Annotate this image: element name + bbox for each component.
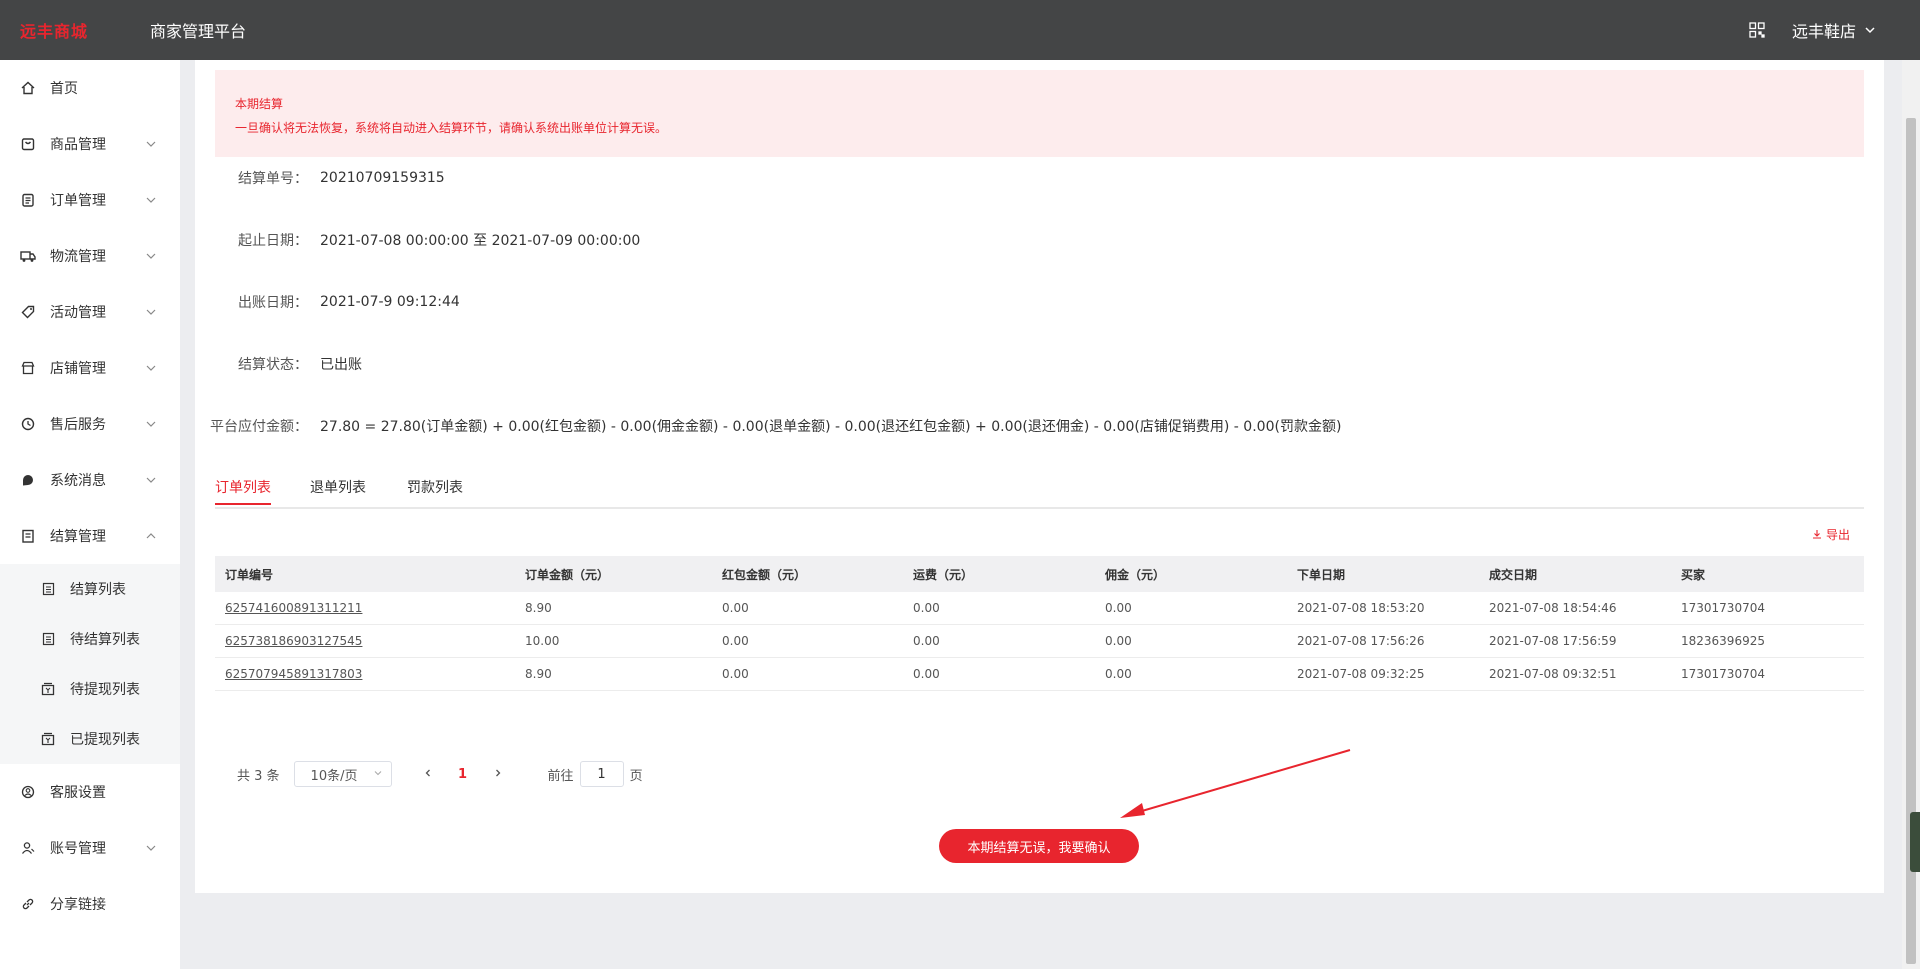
wallet-icon xyxy=(40,681,56,697)
goods-icon xyxy=(20,136,36,152)
annotation-arrow xyxy=(1120,749,1351,818)
message-icon xyxy=(20,472,36,488)
sidebar-subitem-label: 待提现列表 xyxy=(70,682,140,698)
store-menu[interactable]: 远丰鞋店 xyxy=(1792,18,1876,42)
sidebar-item-label: 订单管理 xyxy=(50,193,106,209)
sidebar-item-label: 店铺管理 xyxy=(50,361,106,377)
sidebar-item-logistics[interactable]: 物流管理 xyxy=(0,228,180,284)
sidebar-item-label: 结算管理 xyxy=(50,529,106,545)
sidebar-subitem-pending-settlement[interactable]: 待结算列表 xyxy=(0,614,180,664)
chevron-down-icon xyxy=(146,141,156,147)
settlement-detail-card: 本期结算 一旦确认将无法恢复，系统将自动进入结算环节，请确认系统出账单位计算无误… xyxy=(195,60,1884,893)
chevron-down-icon xyxy=(146,421,156,427)
sidebar-subitem-label: 已提现列表 xyxy=(70,732,140,748)
sidebar-item-label: 商品管理 xyxy=(50,137,106,153)
list-icon xyxy=(40,581,56,597)
sidebar-item-label: 账号管理 xyxy=(50,841,106,857)
sidebar-item-orders[interactable]: 订单管理 xyxy=(0,172,180,228)
sidebar-item-label: 分享链接 xyxy=(50,897,106,913)
sidebar-item-aftersale[interactable]: 售后服务 xyxy=(0,396,180,452)
customer-service-icon xyxy=(20,784,36,800)
tag-icon xyxy=(20,304,36,320)
chevron-down-icon xyxy=(146,253,156,259)
sidebar: 首页 商品管理 订单管理 物流管理 活动管理 店铺管理 售后服务 系统消息 结算… xyxy=(0,60,180,969)
settlement-submenu: 结算列表 待结算列表 待提现列表 已提现列表 xyxy=(0,564,180,764)
sidebar-item-shop[interactable]: 店铺管理 xyxy=(0,340,180,396)
chevron-down-icon xyxy=(1864,21,1876,40)
sidebar-item-activity[interactable]: 活动管理 xyxy=(0,284,180,340)
qrcode-icon[interactable] xyxy=(1746,19,1768,41)
sidebar-item-messages[interactable]: 系统消息 xyxy=(0,452,180,508)
top-bar: 远丰商城 商家管理平台 远丰鞋店 xyxy=(0,0,1920,60)
order-icon xyxy=(20,192,36,208)
shop-icon xyxy=(20,360,36,376)
chevron-down-icon xyxy=(146,309,156,315)
sidebar-subitem-label: 结算列表 xyxy=(70,582,126,598)
sidebar-subitem-label: 待结算列表 xyxy=(70,632,140,648)
home-icon xyxy=(20,80,36,96)
settlement-icon xyxy=(20,528,36,544)
wallet-icon xyxy=(40,731,56,747)
platform-title: 商家管理平台 xyxy=(150,22,247,41)
service-icon xyxy=(20,416,36,432)
sidebar-item-share-link[interactable]: 分享链接 xyxy=(0,876,180,932)
sidebar-item-label: 活动管理 xyxy=(50,305,106,321)
chevron-down-icon xyxy=(146,197,156,203)
chevron-down-icon xyxy=(146,477,156,483)
confirm-settlement-button[interactable]: 本期结算无误，我要确认 xyxy=(939,829,1139,863)
store-name: 远丰鞋店 xyxy=(1791,22,1856,41)
truck-icon xyxy=(20,248,36,264)
sidebar-subitem-settlement-list[interactable]: 结算列表 xyxy=(0,564,180,614)
chevron-up-icon xyxy=(146,533,156,539)
sidebar-item-home[interactable]: 首页 xyxy=(0,60,180,116)
sidebar-subitem-pending-withdraw[interactable]: 待提现列表 xyxy=(0,664,180,714)
chevron-down-icon xyxy=(146,365,156,371)
sidebar-item-label: 物流管理 xyxy=(50,249,106,265)
top-right: 远丰鞋店 xyxy=(1746,0,1876,60)
side-widget-tab[interactable] xyxy=(1910,812,1920,872)
chevron-down-icon xyxy=(146,845,156,851)
sidebar-item-customer-service[interactable]: 客服设置 xyxy=(0,764,180,820)
list-icon xyxy=(40,631,56,647)
sidebar-item-account[interactable]: 账号管理 xyxy=(0,820,180,876)
sidebar-item-goods[interactable]: 商品管理 xyxy=(0,116,180,172)
account-icon xyxy=(20,840,36,856)
sidebar-item-label: 售后服务 xyxy=(50,417,106,433)
logo[interactable]: 远丰商城 xyxy=(20,18,126,42)
sidebar-item-label: 客服设置 xyxy=(50,785,106,801)
sidebar-item-label: 系统消息 xyxy=(50,473,106,489)
sidebar-item-label: 首页 xyxy=(50,81,78,97)
link-icon xyxy=(20,896,36,912)
sidebar-item-settlement[interactable]: 结算管理 xyxy=(0,508,180,564)
sidebar-subitem-withdrawn[interactable]: 已提现列表 xyxy=(0,714,180,764)
